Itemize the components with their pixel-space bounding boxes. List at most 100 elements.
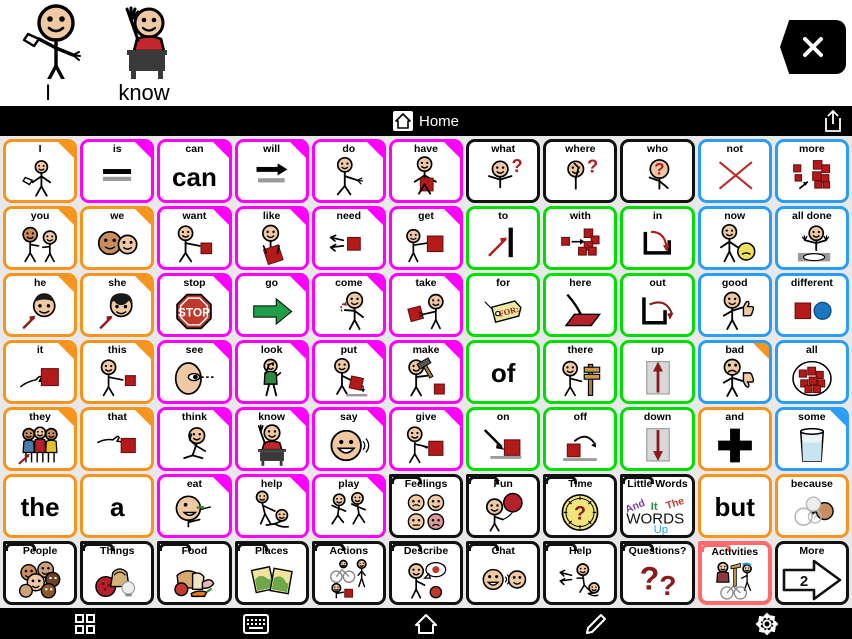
nav-home-button[interactable] (396, 608, 456, 639)
message-word-0[interactable]: I (0, 0, 96, 106)
word-cell-make[interactable]: make (388, 340, 464, 404)
folder-cell-describe[interactable]: Describe (388, 541, 464, 605)
folder-cell-activities[interactable]: Activities (697, 541, 772, 605)
person-looking-question-icon: ? (546, 155, 614, 200)
cell-corner-tab (366, 410, 383, 426)
word-cell-need[interactable]: need (311, 206, 386, 270)
cell-label: down (643, 412, 672, 423)
word-cell-in[interactable]: in (620, 206, 695, 270)
nav-keyboard-button[interactable] (226, 608, 286, 639)
word-cell-play[interactable]: play (311, 474, 386, 538)
word-cell-bad[interactable]: bad (697, 340, 772, 404)
word-cell-and[interactable]: and (697, 407, 772, 471)
word-cell-do[interactable]: do (311, 139, 386, 203)
word-cell-there[interactable]: there (543, 340, 618, 404)
bike-walk-people-icon (315, 557, 383, 602)
word-cell-all-done[interactable]: all done (774, 206, 849, 270)
word-cell-come[interactable]: come (311, 273, 386, 337)
word-cell-i[interactable]: I (3, 139, 78, 203)
word-cell-will[interactable]: will (234, 139, 309, 203)
word-cell-on[interactable]: on (466, 407, 541, 471)
clear-message-button[interactable] (780, 20, 846, 74)
word-cell-more[interactable]: More 2 (774, 541, 849, 605)
word-cell-want[interactable]: want (157, 206, 232, 270)
nav-grid-button[interactable] (55, 608, 115, 639)
word-cell-stop[interactable]: stop STOP (157, 273, 232, 337)
word-cell-all[interactable]: all (774, 340, 849, 404)
word-cell-not[interactable]: not (697, 139, 772, 203)
word-cell-out[interactable]: out (620, 273, 695, 337)
home-breadcrumb[interactable]: Home (392, 111, 459, 131)
folder-cell-fun[interactable]: Fun (466, 474, 541, 538)
word-cell-what[interactable]: what ? (466, 139, 541, 203)
word-cell-up[interactable]: up (620, 340, 695, 404)
message-word-1[interactable]: know (96, 0, 192, 106)
folder-cell-people[interactable]: People (3, 541, 78, 605)
word-cell-we[interactable]: we (80, 206, 155, 270)
word-cell-put[interactable]: put (311, 340, 386, 404)
person-balloon-icon (469, 490, 537, 535)
word-cell-have[interactable]: have (388, 139, 464, 203)
word-cell-with[interactable]: with (543, 206, 618, 270)
nav-edit-button[interactable] (566, 608, 626, 639)
word-cell-she[interactable]: she (80, 273, 155, 337)
word-cell-the[interactable]: the (3, 474, 78, 538)
folder-cell-places[interactable]: Places (234, 541, 309, 605)
share-button[interactable] (822, 109, 844, 133)
word-cell-now[interactable]: now (697, 206, 772, 270)
folder-cell-little-words[interactable]: Little Words And It The WORDS Up (620, 474, 695, 538)
message-bar[interactable]: I know (0, 0, 852, 106)
word-cell-because[interactable]: because ? (774, 474, 849, 538)
word-cell-give[interactable]: give (388, 407, 464, 471)
word-cell-a[interactable]: a (80, 474, 155, 538)
word-cell-but[interactable]: but (697, 474, 772, 538)
word-cell-look[interactable]: look (234, 340, 309, 404)
cell-corner-tab (135, 343, 152, 359)
folder-cell-chat[interactable]: Chat (466, 541, 541, 605)
folder-cell-time[interactable]: Time ? (543, 474, 618, 538)
word-cell-this[interactable]: this (80, 340, 155, 404)
word-cell-help[interactable]: help (234, 474, 309, 538)
folder-cell-feelings[interactable]: Feelings (388, 474, 464, 538)
word-cell-good[interactable]: good (697, 273, 772, 337)
word-cell-can[interactable]: can can (157, 139, 232, 203)
folder-cell-things[interactable]: Things (80, 541, 155, 605)
word-cell-go[interactable]: go (234, 273, 309, 337)
folder-cell-actions[interactable]: Actions (311, 541, 386, 605)
word-cell-who[interactable]: who? (620, 139, 695, 203)
word-cell-they[interactable]: they (3, 407, 78, 471)
word-cell-get[interactable]: get (388, 206, 464, 270)
word-cell-see[interactable]: see (157, 340, 232, 404)
word-cell-he[interactable]: he (3, 273, 78, 337)
word-cell-some[interactable]: some (774, 407, 849, 471)
word-cell-say[interactable]: say (311, 407, 386, 471)
word-cell-take[interactable]: take (388, 273, 464, 337)
word-cell-it[interactable]: it (3, 340, 78, 404)
more-page-number: 2 (800, 573, 808, 590)
word-cell-for[interactable]: for FOR: (466, 273, 541, 337)
word-cell-think[interactable]: think (157, 407, 232, 471)
cell-corner-tab (212, 477, 229, 493)
cell-text: of (469, 345, 537, 401)
word-cell-eat[interactable]: eat (157, 474, 232, 538)
nav-settings-button[interactable] (737, 608, 797, 639)
folder-cell-food[interactable]: Food (157, 541, 232, 605)
word-cell-you[interactable]: you (3, 206, 78, 270)
plus-sign-icon (701, 423, 769, 468)
cell-label: More (799, 546, 825, 557)
word-cell-like[interactable]: like (234, 206, 309, 270)
folder-cell-help[interactable]: Help (543, 541, 618, 605)
word-cell-that[interactable]: that (80, 407, 155, 471)
cell-label: all (806, 345, 818, 356)
word-cell-to[interactable]: to (466, 206, 541, 270)
word-cell-where[interactable]: where ? (543, 139, 618, 203)
word-cell-down[interactable]: down (620, 407, 695, 471)
word-cell-know[interactable]: know (234, 407, 309, 471)
word-cell-of[interactable]: of (466, 340, 541, 404)
word-cell-is[interactable]: is (80, 139, 155, 203)
word-cell-different[interactable]: different (774, 273, 849, 337)
folder-cell-questions[interactable]: Questions?? ? (620, 541, 695, 605)
word-cell-off[interactable]: off (543, 407, 618, 471)
word-cell-here[interactable]: here (543, 273, 618, 337)
word-cell-more[interactable]: more (774, 139, 849, 203)
